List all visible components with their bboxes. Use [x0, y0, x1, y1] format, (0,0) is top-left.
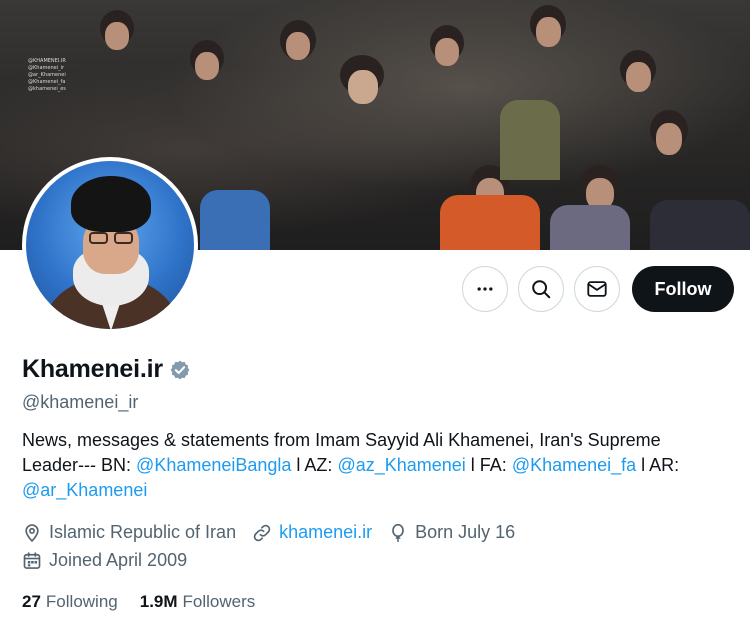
profile-handle: @khamenei_ir [22, 392, 139, 412]
crowd-figure [286, 32, 310, 60]
crowd-figure [440, 195, 540, 250]
birthday-text: Born July 16 [415, 522, 516, 542]
bio-separator: l AR: [636, 455, 680, 475]
crowd-figure [656, 123, 682, 155]
follow-stats: 27 Following 1.9M Followers [22, 592, 277, 612]
watermark-line: @Khamenei_fa [28, 79, 66, 85]
crowd-figure [500, 100, 560, 180]
crowd-figure [200, 190, 270, 250]
bio-link-farsi[interactable]: @Khamenei_fa [512, 455, 636, 475]
watermark-line: @khamenei_es [28, 86, 66, 92]
search-icon [532, 280, 551, 299]
profile-birthday: Born July 16 [388, 522, 515, 543]
profile-actions: Follow [462, 266, 734, 312]
more-button[interactable] [462, 266, 508, 312]
avatar-image [26, 161, 194, 329]
calendar-icon [23, 551, 41, 569]
avatar-glasses-right [114, 232, 133, 244]
bio-link-bangla[interactable]: @KhameneiBangla [136, 455, 291, 475]
profile-avatar[interactable] [22, 157, 198, 333]
crowd-figure [195, 52, 219, 80]
following-link[interactable]: 27 Following [22, 592, 118, 612]
website-link[interactable]: khamenei.ir [279, 522, 372, 543]
location-pin-icon [25, 523, 39, 542]
profile-name-row: Khamenei.ir [22, 355, 191, 384]
followers-link[interactable]: 1.9M Followers [140, 592, 256, 612]
crowd-figure [348, 70, 378, 104]
profile-joined-row: Joined April 2009 [22, 550, 203, 571]
bio-link-arabic[interactable]: @ar_Khamenei [22, 480, 147, 500]
followers-label: Followers [182, 592, 256, 611]
profile-bio: News, messages & statements from Imam Sa… [22, 428, 712, 503]
display-name: Khamenei.ir [22, 355, 163, 383]
link-icon [253, 524, 271, 541]
banner-watermark: @KHAMENEI.IR @Khamenei_ir @ar_Khamenei @… [28, 58, 78, 98]
crowd-figure [626, 62, 651, 92]
watermark-line: @KHAMENEI.IR [28, 58, 66, 64]
bio-link-azeri[interactable]: @az_Khamenei [337, 455, 465, 475]
crowd-figure [550, 205, 630, 250]
watermark-line: @ar_Khamenei [28, 72, 66, 78]
balloon-icon [392, 523, 404, 542]
profile-meta-row: Islamic Republic of Iran khamenei.ir Bor… [22, 522, 531, 543]
crowd-figure [650, 200, 750, 250]
following-label: Following [45, 592, 118, 611]
avatar-glasses-left [89, 232, 108, 244]
bio-separator: l AZ: [291, 455, 338, 475]
search-button[interactable] [518, 266, 564, 312]
crowd-figure [105, 22, 129, 50]
followers-count: 1.9M [139, 592, 178, 611]
watermark-line: @Khamenei_ir [28, 65, 65, 71]
joined-text: Joined April 2009 [49, 550, 188, 570]
avatar-turban [71, 176, 151, 232]
mail-icon [587, 281, 607, 297]
crowd-figure [435, 38, 459, 66]
profile-website: khamenei.ir [252, 522, 372, 543]
crowd-figure [536, 17, 561, 47]
following-count: 27 [22, 592, 41, 611]
profile-location: Islamic Republic of Iran [22, 522, 236, 543]
verified-badge-icon[interactable] [169, 359, 191, 381]
more-icon [477, 287, 493, 291]
bio-separator: l FA: [465, 455, 512, 475]
message-button[interactable] [574, 266, 620, 312]
profile-joined: Joined April 2009 [22, 550, 187, 571]
location-text: Islamic Republic of Iran [49, 522, 237, 542]
follow-button[interactable]: Follow [632, 266, 734, 312]
